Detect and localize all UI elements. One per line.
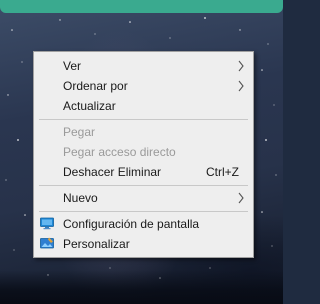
desktop-context-menu: Ver Ordenar por Actualizar Pegar Pegar a… bbox=[33, 51, 254, 258]
chevron-right-icon bbox=[238, 80, 244, 92]
menu-item-deshacer-eliminar[interactable]: Deshacer Eliminar Ctrl+Z bbox=[34, 162, 253, 182]
menu-item-label: Nuevo bbox=[63, 191, 98, 205]
personalize-icon bbox=[40, 237, 54, 249]
menu-item-label: Configuración de pantalla bbox=[63, 217, 200, 231]
menu-item-label: Deshacer Eliminar bbox=[63, 165, 162, 179]
menu-item-label: Ordenar por bbox=[63, 79, 128, 93]
top-accent-bar bbox=[0, 0, 283, 13]
menu-separator bbox=[39, 185, 248, 186]
landscape-silhouette bbox=[0, 270, 283, 304]
menu-separator bbox=[39, 119, 248, 120]
menu-item-personalizar[interactable]: Personalizar bbox=[34, 234, 253, 254]
menu-item-label: Ver bbox=[63, 59, 82, 73]
chevron-right-icon bbox=[238, 192, 244, 204]
menu-item-pegar-acceso-directo: Pegar acceso directo bbox=[34, 142, 253, 162]
menu-item-nuevo[interactable]: Nuevo bbox=[34, 188, 253, 208]
menu-item-pegar: Pegar bbox=[34, 122, 253, 142]
menu-item-label: Pegar bbox=[63, 125, 96, 139]
shortcut-label: Ctrl+Z bbox=[206, 165, 239, 179]
menu-item-configuracion-de-pantalla[interactable]: Configuración de pantalla bbox=[34, 214, 253, 234]
chevron-right-icon bbox=[238, 60, 244, 72]
menu-item-actualizar[interactable]: Actualizar bbox=[34, 96, 253, 116]
menu-item-ver[interactable]: Ver bbox=[34, 56, 253, 76]
menu-item-label: Pegar acceso directo bbox=[63, 145, 176, 159]
menu-separator bbox=[39, 211, 248, 212]
display-settings-icon bbox=[40, 217, 54, 230]
menu-item-ordenar-por[interactable]: Ordenar por bbox=[34, 76, 253, 96]
menu-item-label: Actualizar bbox=[63, 99, 116, 113]
menu-item-label: Personalizar bbox=[63, 237, 130, 251]
